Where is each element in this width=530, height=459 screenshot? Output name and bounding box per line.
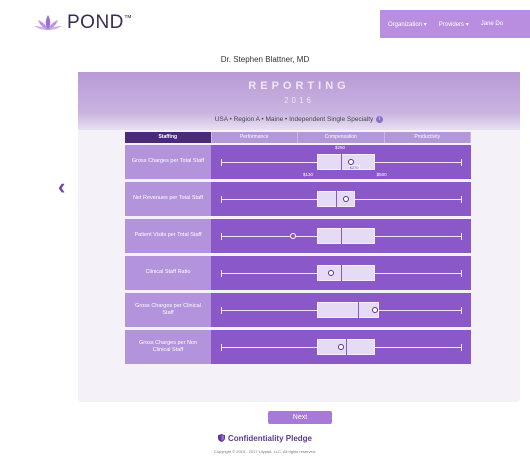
metric-label: Gross Charges per Clinical Staff	[125, 293, 211, 327]
copyright-text: Copyright © 2015 - 2017 Lilypad, LLC. Al…	[213, 449, 317, 454]
tab-productivity[interactable]: Productivity	[384, 132, 471, 143]
median-line	[341, 228, 342, 244]
whisker-cap-right	[461, 344, 462, 351]
metric-row: Gross Charges per Non Clinical Staff	[125, 330, 471, 364]
whisker-cap-right	[461, 307, 462, 314]
brand-logo[interactable]: POND™	[34, 12, 132, 34]
median-line	[341, 265, 342, 281]
whisker-cap-left	[221, 270, 222, 277]
metric-boxplot[interactable]: $250 $130 $500 $270	[211, 145, 471, 179]
provider-value-marker[interactable]	[342, 196, 349, 202]
whisker-cap-right	[461, 159, 462, 166]
metric-boxplot[interactable]	[211, 219, 471, 253]
top-nav: Organization ▾ Providers ▾ Jane Do	[380, 10, 530, 38]
back-arrow-button[interactable]: ‹	[58, 176, 65, 198]
nav-providers[interactable]: Providers ▾	[439, 21, 469, 28]
interquartile-box	[317, 302, 380, 318]
median-line	[336, 191, 338, 207]
whisker-cap-right	[461, 270, 462, 277]
shield-icon	[217, 434, 225, 442]
interquartile-box	[317, 228, 375, 244]
metric-row: Net Revenues per Total Staff	[125, 182, 471, 216]
brand-name: POND™	[67, 12, 133, 33]
interquartile-box	[317, 265, 375, 281]
metric-rows: Gross Charges per Total Staff $250 $130 $50…	[125, 145, 471, 367]
interquartile-box	[317, 154, 375, 170]
pledge-label: Confidentiality Pledge	[227, 434, 312, 443]
metric-label: Gross Charges per Total Staff	[125, 145, 211, 179]
metric-row: Gross Charges per Total Staff $250 $130 $50…	[125, 145, 471, 179]
lotus-logo-icon	[34, 15, 62, 30]
median-line	[341, 154, 342, 170]
region-text: USA • Region A • Maine • Independent Sin…	[214, 116, 374, 124]
nav-user[interactable]: Jane Do	[481, 21, 503, 27]
doctor-name: Dr. Stephen Blattner, MD	[220, 55, 310, 64]
metric-label: Gross Charges per Non Clinical Staff	[125, 330, 211, 364]
next-button[interactable]: Next	[268, 411, 332, 424]
provider-value-marker[interactable]	[338, 344, 344, 350]
tab-performance[interactable]: Performance	[211, 132, 298, 143]
metric-row: Gross Charges per Clinical Staff	[125, 293, 471, 327]
median-line	[357, 302, 359, 318]
metric-boxplot[interactable]	[211, 293, 471, 327]
metric-label: Net Revenues per Total Staff	[125, 182, 211, 216]
whisker-cap-left	[221, 307, 222, 314]
median-line	[345, 339, 347, 355]
whisker-cap-right	[461, 233, 462, 240]
metric-boxplot[interactable]	[211, 256, 471, 290]
confidentiality-pledge-link[interactable]: Confidentiality Pledge	[0, 434, 530, 443]
upper-annotation: $250	[335, 145, 346, 150]
metric-boxplot[interactable]	[211, 330, 471, 364]
nav-organization[interactable]: Organization ▾	[388, 21, 427, 28]
whisker-cap-left	[221, 196, 222, 203]
metric-label: Patient Visits per Total Staff	[125, 219, 211, 253]
report-panel: REPORTING 2016 USA • Region A • Maine • …	[78, 72, 520, 402]
tab-staffing[interactable]: Staffing	[125, 132, 212, 143]
whisker-cap-left	[221, 344, 222, 351]
metric-boxplot[interactable]	[211, 182, 471, 216]
tab-compensation[interactable]: Compensation	[298, 132, 385, 143]
report-title: REPORTING	[248, 80, 350, 92]
category-tabs: Staffing Performance Compensation Productiv…	[125, 132, 471, 143]
provider-value-marker[interactable]	[290, 233, 296, 239]
region-filter: USA • Region A • Maine • Independent Sin…	[78, 116, 520, 123]
metric-row: Clinical Staff Ratio	[125, 256, 471, 290]
value-annotation: $270	[348, 165, 360, 170]
metric-label: Clinical Staff Ratio	[125, 256, 211, 290]
report-year: 2016	[284, 96, 314, 105]
high-annotation: $500	[376, 172, 387, 177]
low-annotation: $130	[303, 172, 314, 177]
whisker-cap-left	[221, 233, 222, 240]
provider-value-marker[interactable]	[371, 307, 378, 313]
whisker-cap-right	[461, 196, 462, 203]
whisker-cap-left	[221, 159, 222, 166]
info-icon[interactable]: i	[376, 116, 384, 123]
metric-row: Patient Visits per Total Staff	[125, 219, 471, 253]
top-bar: POND™ Organization ▾ Providers ▾ Jane Do	[0, 0, 530, 44]
